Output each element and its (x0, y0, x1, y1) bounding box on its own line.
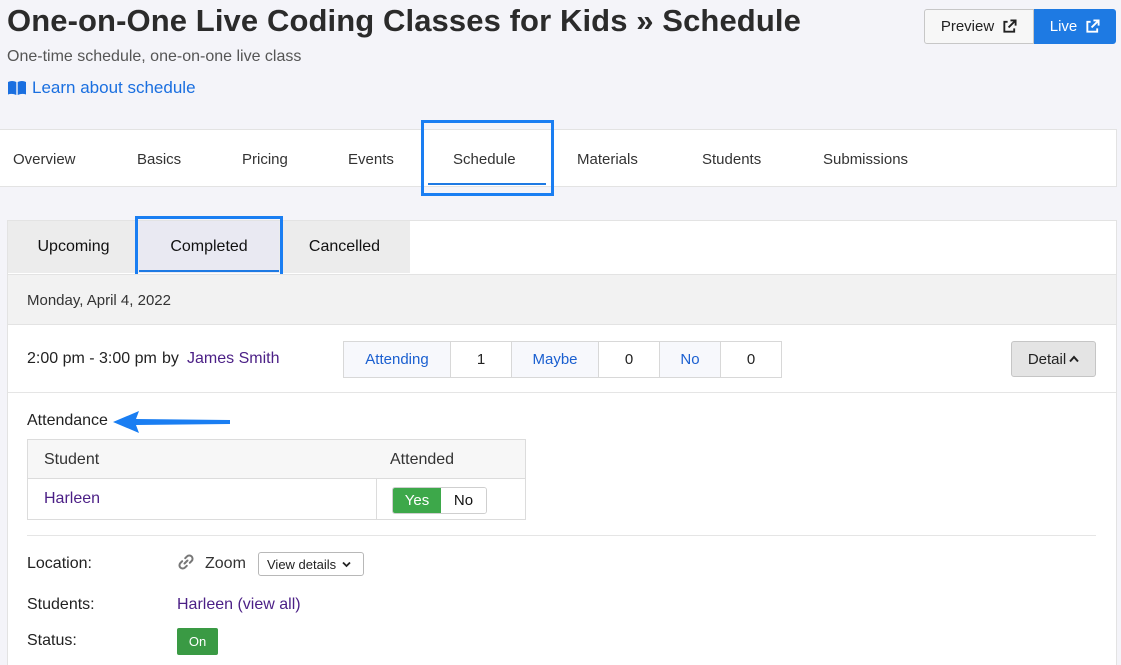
book-icon (8, 81, 26, 95)
view-details-label: View details (267, 556, 337, 572)
no-count: 0 (721, 342, 781, 377)
view-button-group: Preview Live (924, 9, 1116, 44)
tab-materials[interactable]: Materials (577, 130, 638, 188)
chevron-up-icon (1069, 355, 1079, 363)
location-label: Location: (27, 555, 92, 572)
attendance-heading: Attendance (27, 412, 108, 429)
main-tab-bar: Overview Basics Pricing Events Schedule … (0, 129, 1117, 187)
tab-basics[interactable]: Basics (137, 130, 181, 188)
learn-link-label: Learn about schedule (32, 78, 196, 97)
preview-button[interactable]: Preview (924, 9, 1034, 44)
maybe-label[interactable]: Maybe (512, 342, 599, 377)
active-subtab-indicator (139, 270, 279, 272)
attended-no-button[interactable]: No (441, 488, 486, 513)
col-student: Student (44, 451, 100, 468)
session-date: Monday, April 4, 2022 (27, 292, 171, 309)
student-link[interactable]: Harleen (44, 490, 100, 508)
active-tab-indicator (428, 183, 546, 185)
detail-label: Detail (1027, 350, 1067, 368)
location-value: Zoom (205, 555, 246, 572)
live-label: Live (1049, 18, 1078, 35)
live-button[interactable]: Live (1034, 9, 1116, 44)
view-details-dropdown[interactable]: View details (258, 552, 364, 576)
tab-pricing[interactable]: Pricing (242, 130, 288, 188)
tab-overview[interactable]: Overview (13, 130, 76, 188)
teacher-link[interactable]: James Smith (187, 350, 279, 368)
tab-events[interactable]: Events (348, 130, 394, 188)
external-link-icon (1086, 19, 1100, 33)
subtab-cancelled[interactable]: Cancelled (279, 221, 410, 273)
by-label: by (162, 350, 179, 367)
no-label[interactable]: No (660, 342, 721, 377)
chevron-down-icon (342, 561, 351, 567)
detail-button[interactable]: Detail (1011, 341, 1096, 377)
status-badge: On (177, 628, 218, 655)
subtab-upcoming[interactable]: Upcoming (8, 221, 139, 273)
maybe-count: 0 (599, 342, 660, 377)
preview-label: Preview (940, 18, 995, 35)
students-label: Students: (27, 596, 95, 613)
rsvp-summary: Attending 1 Maybe 0 No 0 (343, 341, 782, 378)
subtab-completed[interactable]: Completed (139, 221, 279, 273)
column-divider (376, 479, 377, 519)
attended-toggle: Yes No (392, 487, 487, 514)
session-time: 2:00 pm - 3:00 pm (27, 350, 157, 367)
external-link-icon (1003, 19, 1017, 33)
divider (27, 535, 1096, 536)
sub-tab-bar: Upcoming Completed Cancelled (8, 221, 410, 273)
attendance-table-header: Student Attended (28, 440, 525, 479)
learn-about-schedule-link[interactable]: Learn about schedule (7, 78, 196, 98)
annotation-arrow-icon (113, 411, 230, 433)
link-icon (178, 554, 194, 570)
page-title: One-on-One Live Coding Classes for Kids … (7, 3, 801, 38)
status-label: Status: (27, 632, 77, 649)
col-attended: Attended (390, 451, 455, 468)
tab-students[interactable]: Students (702, 130, 761, 188)
date-header: Monday, April 4, 2022 (8, 274, 1116, 325)
attending-label[interactable]: Attending (344, 342, 451, 377)
students-view-all-link[interactable]: Harleen (view all) (177, 596, 301, 614)
page-subtitle: One-time schedule, one-on-one live class (7, 48, 302, 65)
tab-submissions[interactable]: Submissions (823, 130, 908, 188)
attendance-table: Student Attended Harleen Yes No (27, 439, 526, 520)
attended-yes-button[interactable]: Yes (393, 488, 441, 513)
attending-count: 1 (451, 342, 512, 377)
tab-schedule[interactable]: Schedule (453, 130, 516, 188)
